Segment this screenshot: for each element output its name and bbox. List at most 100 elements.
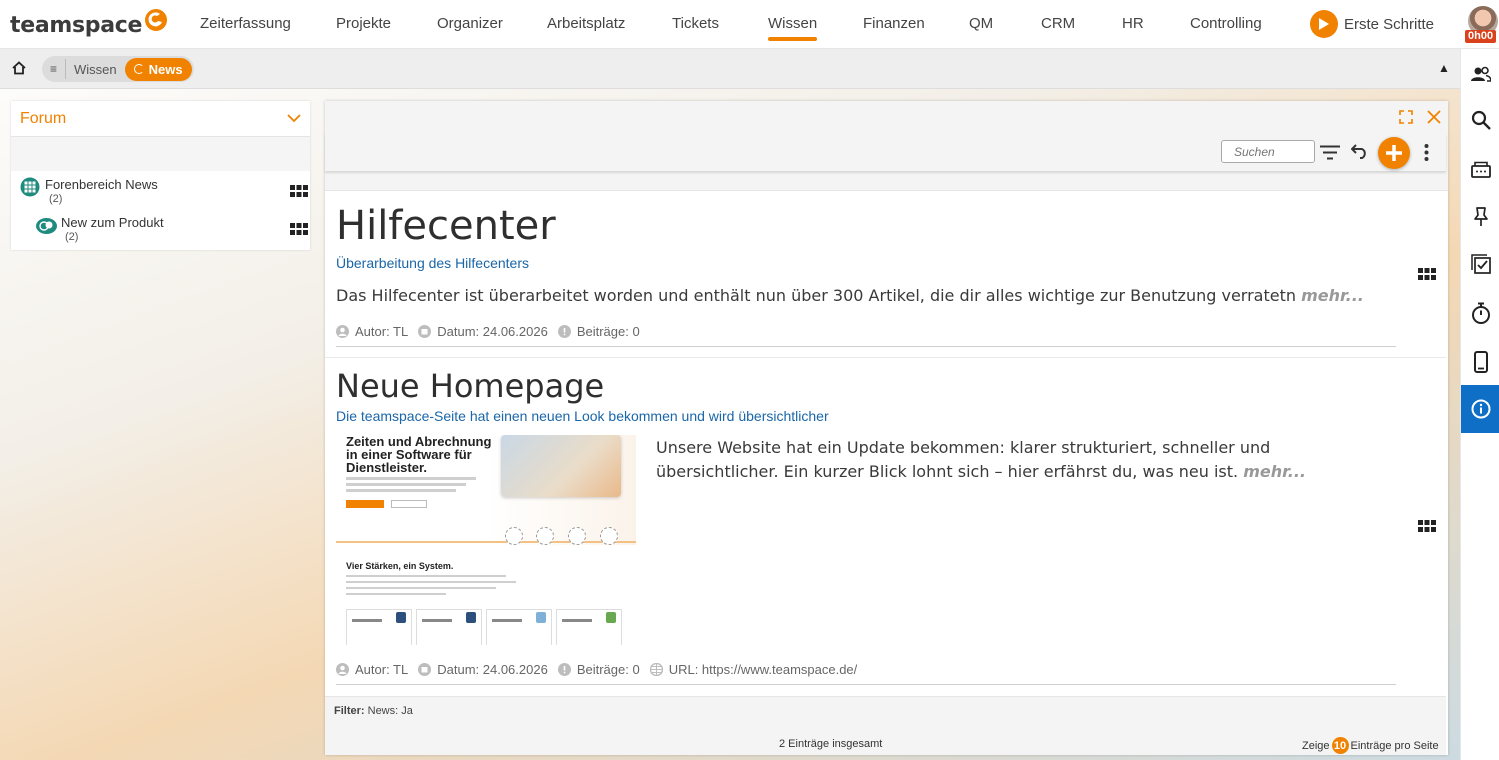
nav-organizer[interactable]: Organizer	[437, 15, 503, 32]
nav-zeiterfassung[interactable]: Zeiterfassung	[200, 15, 291, 32]
meta-posts-text: Beiträge: 0	[576, 662, 640, 677]
logo-text: teamspace	[10, 12, 143, 38]
chat-bubbles-icon	[36, 218, 57, 234]
thumbnail-screenshot	[501, 435, 621, 497]
forum-item-produkt[interactable]: New zum Produkt (2)	[36, 215, 164, 243]
teamspace-logo[interactable]: teamspace	[10, 9, 168, 40]
grid-menu-icon[interactable]	[290, 223, 308, 236]
entry-text-body: Unsere Website hat ein Update bekommen: …	[656, 438, 1271, 481]
search-icon[interactable]	[1461, 102, 1499, 138]
erste-schritte-button[interactable]: Erste Schritte	[1310, 10, 1434, 38]
thumbnail-text-line	[346, 593, 446, 595]
users-icon[interactable]	[1461, 56, 1499, 92]
calendar-icon	[418, 325, 432, 338]
filter-icon[interactable]	[1320, 145, 1340, 160]
entry-meta: Autor: TL Datum: 24.06.2026 Beiträge: 0 …	[336, 662, 867, 677]
thumbnail-divider	[336, 541, 636, 543]
entry-text-body: Das Hilfecenter ist überarbeitet worden …	[336, 286, 1296, 305]
nav-controlling[interactable]: Controlling	[1190, 15, 1262, 32]
meta-date: Datum: 24.06.2026	[418, 324, 548, 339]
meta-url[interactable]: URL: https://www.teamspace.de/	[649, 662, 857, 677]
entry-title[interactable]: Hilfecenter	[336, 203, 556, 249]
meta-date-text: Datum: 24.06.2026	[437, 662, 548, 677]
meta-author: Autor: TL	[336, 324, 408, 339]
more-options-icon[interactable]	[1424, 144, 1429, 161]
collapse-up-icon[interactable]: ▲	[1438, 61, 1450, 75]
chevron-down-icon[interactable]	[287, 114, 301, 123]
breadcrumb-menu-icon[interactable]: ≡	[50, 62, 57, 76]
nav-wissen[interactable]: Wissen	[768, 15, 818, 41]
right-sidebar	[1460, 49, 1499, 760]
grid-menu-icon[interactable]	[1418, 520, 1436, 533]
meta-author: Autor: TL	[336, 662, 408, 677]
nav-tickets[interactable]: Tickets	[672, 15, 719, 32]
breadcrumb-wissen[interactable]: Wissen	[74, 62, 117, 77]
entry-text: Unsere Website hat ein Update bekommen: …	[656, 436, 1336, 484]
forum-header[interactable]: Forum	[11, 101, 310, 137]
forum-item-name: Forenbereich News	[45, 177, 158, 192]
alert-icon	[557, 663, 571, 676]
thumbnail-section-title: Vier Stärken, ein System.	[346, 561, 454, 571]
nav-qm[interactable]: QM	[969, 15, 993, 32]
undo-icon[interactable]	[1351, 143, 1368, 159]
thumbnail-text-line	[346, 489, 456, 492]
entry-separator	[325, 357, 1446, 358]
info-icon[interactable]	[1461, 385, 1499, 433]
calendar-icon	[418, 663, 432, 676]
search-input[interactable]: Suchen	[1221, 140, 1315, 163]
more-link[interactable]: mehr...	[1301, 286, 1364, 305]
user-avatar[interactable]: 0h00	[1465, 6, 1499, 44]
grid-menu-icon[interactable]	[1418, 268, 1436, 281]
thumbnail-text-line	[346, 581, 516, 583]
thumbnail-card	[346, 609, 412, 645]
pin-icon[interactable]	[1461, 199, 1499, 235]
close-icon[interactable]	[1427, 110, 1441, 124]
meta-date-text: Datum: 24.06.2026	[437, 324, 548, 339]
breadcrumb-separator	[65, 59, 67, 79]
nav-arbeitsplatz[interactable]: Arbeitsplatz	[547, 15, 625, 32]
thumbnail-text-line	[346, 483, 466, 486]
entry-title[interactable]: Neue Homepage	[336, 367, 604, 405]
plus-icon	[1386, 145, 1402, 161]
alert-icon	[557, 325, 571, 338]
nav-projekte[interactable]: Projekte	[336, 15, 391, 32]
page-size-selector[interactable]: 10	[1331, 737, 1349, 754]
loading-icon	[133, 64, 144, 74]
nav-crm[interactable]: CRM	[1041, 15, 1075, 32]
thumbnail-badge	[600, 527, 618, 545]
breadcrumb-news[interactable]: News	[124, 57, 192, 81]
thumbnail-card	[556, 609, 622, 645]
inbox-icon[interactable]	[1461, 151, 1499, 187]
thumbnail-badge	[505, 527, 523, 545]
mobile-icon[interactable]	[1461, 344, 1499, 380]
stopwatch-icon[interactable]	[1461, 295, 1499, 331]
meta-author-text: Autor: TL	[355, 662, 409, 677]
homepage-thumbnail[interactable]: Zeiten und Abrechnung in einer Software …	[336, 435, 636, 645]
entry-divider	[336, 684, 1396, 685]
filter-label: Filter:	[334, 705, 365, 717]
forum-item-news[interactable]: Forenbereich News (2)	[20, 177, 158, 205]
thumbnail-badge	[536, 527, 554, 545]
thumbnail-cta	[346, 500, 384, 508]
tasks-icon[interactable]	[1461, 246, 1499, 282]
logo-mark-icon	[145, 9, 168, 31]
filter-summary: Filter: News: Ja	[334, 705, 413, 717]
maximize-icon[interactable]	[1399, 110, 1413, 124]
entry-subtitle[interactable]: Die teamspace-Seite hat einen neuen Look…	[336, 408, 829, 424]
home-icon[interactable]	[12, 61, 26, 75]
nav-hr[interactable]: HR	[1122, 15, 1144, 32]
thumbnail-headline: Zeiten und Abrechnung in einer Software …	[346, 435, 492, 475]
add-entry-button[interactable]	[1378, 137, 1410, 169]
page-size-control: Zeige 10 Einträge pro Seite	[1302, 737, 1439, 754]
meta-posts-text: Beiträge: 0	[576, 324, 640, 339]
entry-subtitle[interactable]: Überarbeitung des Hilfecenters	[336, 255, 529, 271]
breadcrumb: ≡ Wissen News	[42, 56, 194, 82]
meta-author-text: Autor: TL	[355, 324, 409, 339]
grid-menu-icon[interactable]	[290, 185, 308, 198]
timer-badge[interactable]: 0h00	[1465, 30, 1497, 43]
entry-text: Das Hilfecenter ist überarbeitet worden …	[336, 284, 1396, 308]
nav-finanzen[interactable]: Finanzen	[863, 15, 925, 32]
forum-title: Forum	[20, 109, 67, 127]
forum-item-name: New zum Produkt	[61, 215, 164, 230]
more-link[interactable]: mehr...	[1243, 462, 1306, 481]
